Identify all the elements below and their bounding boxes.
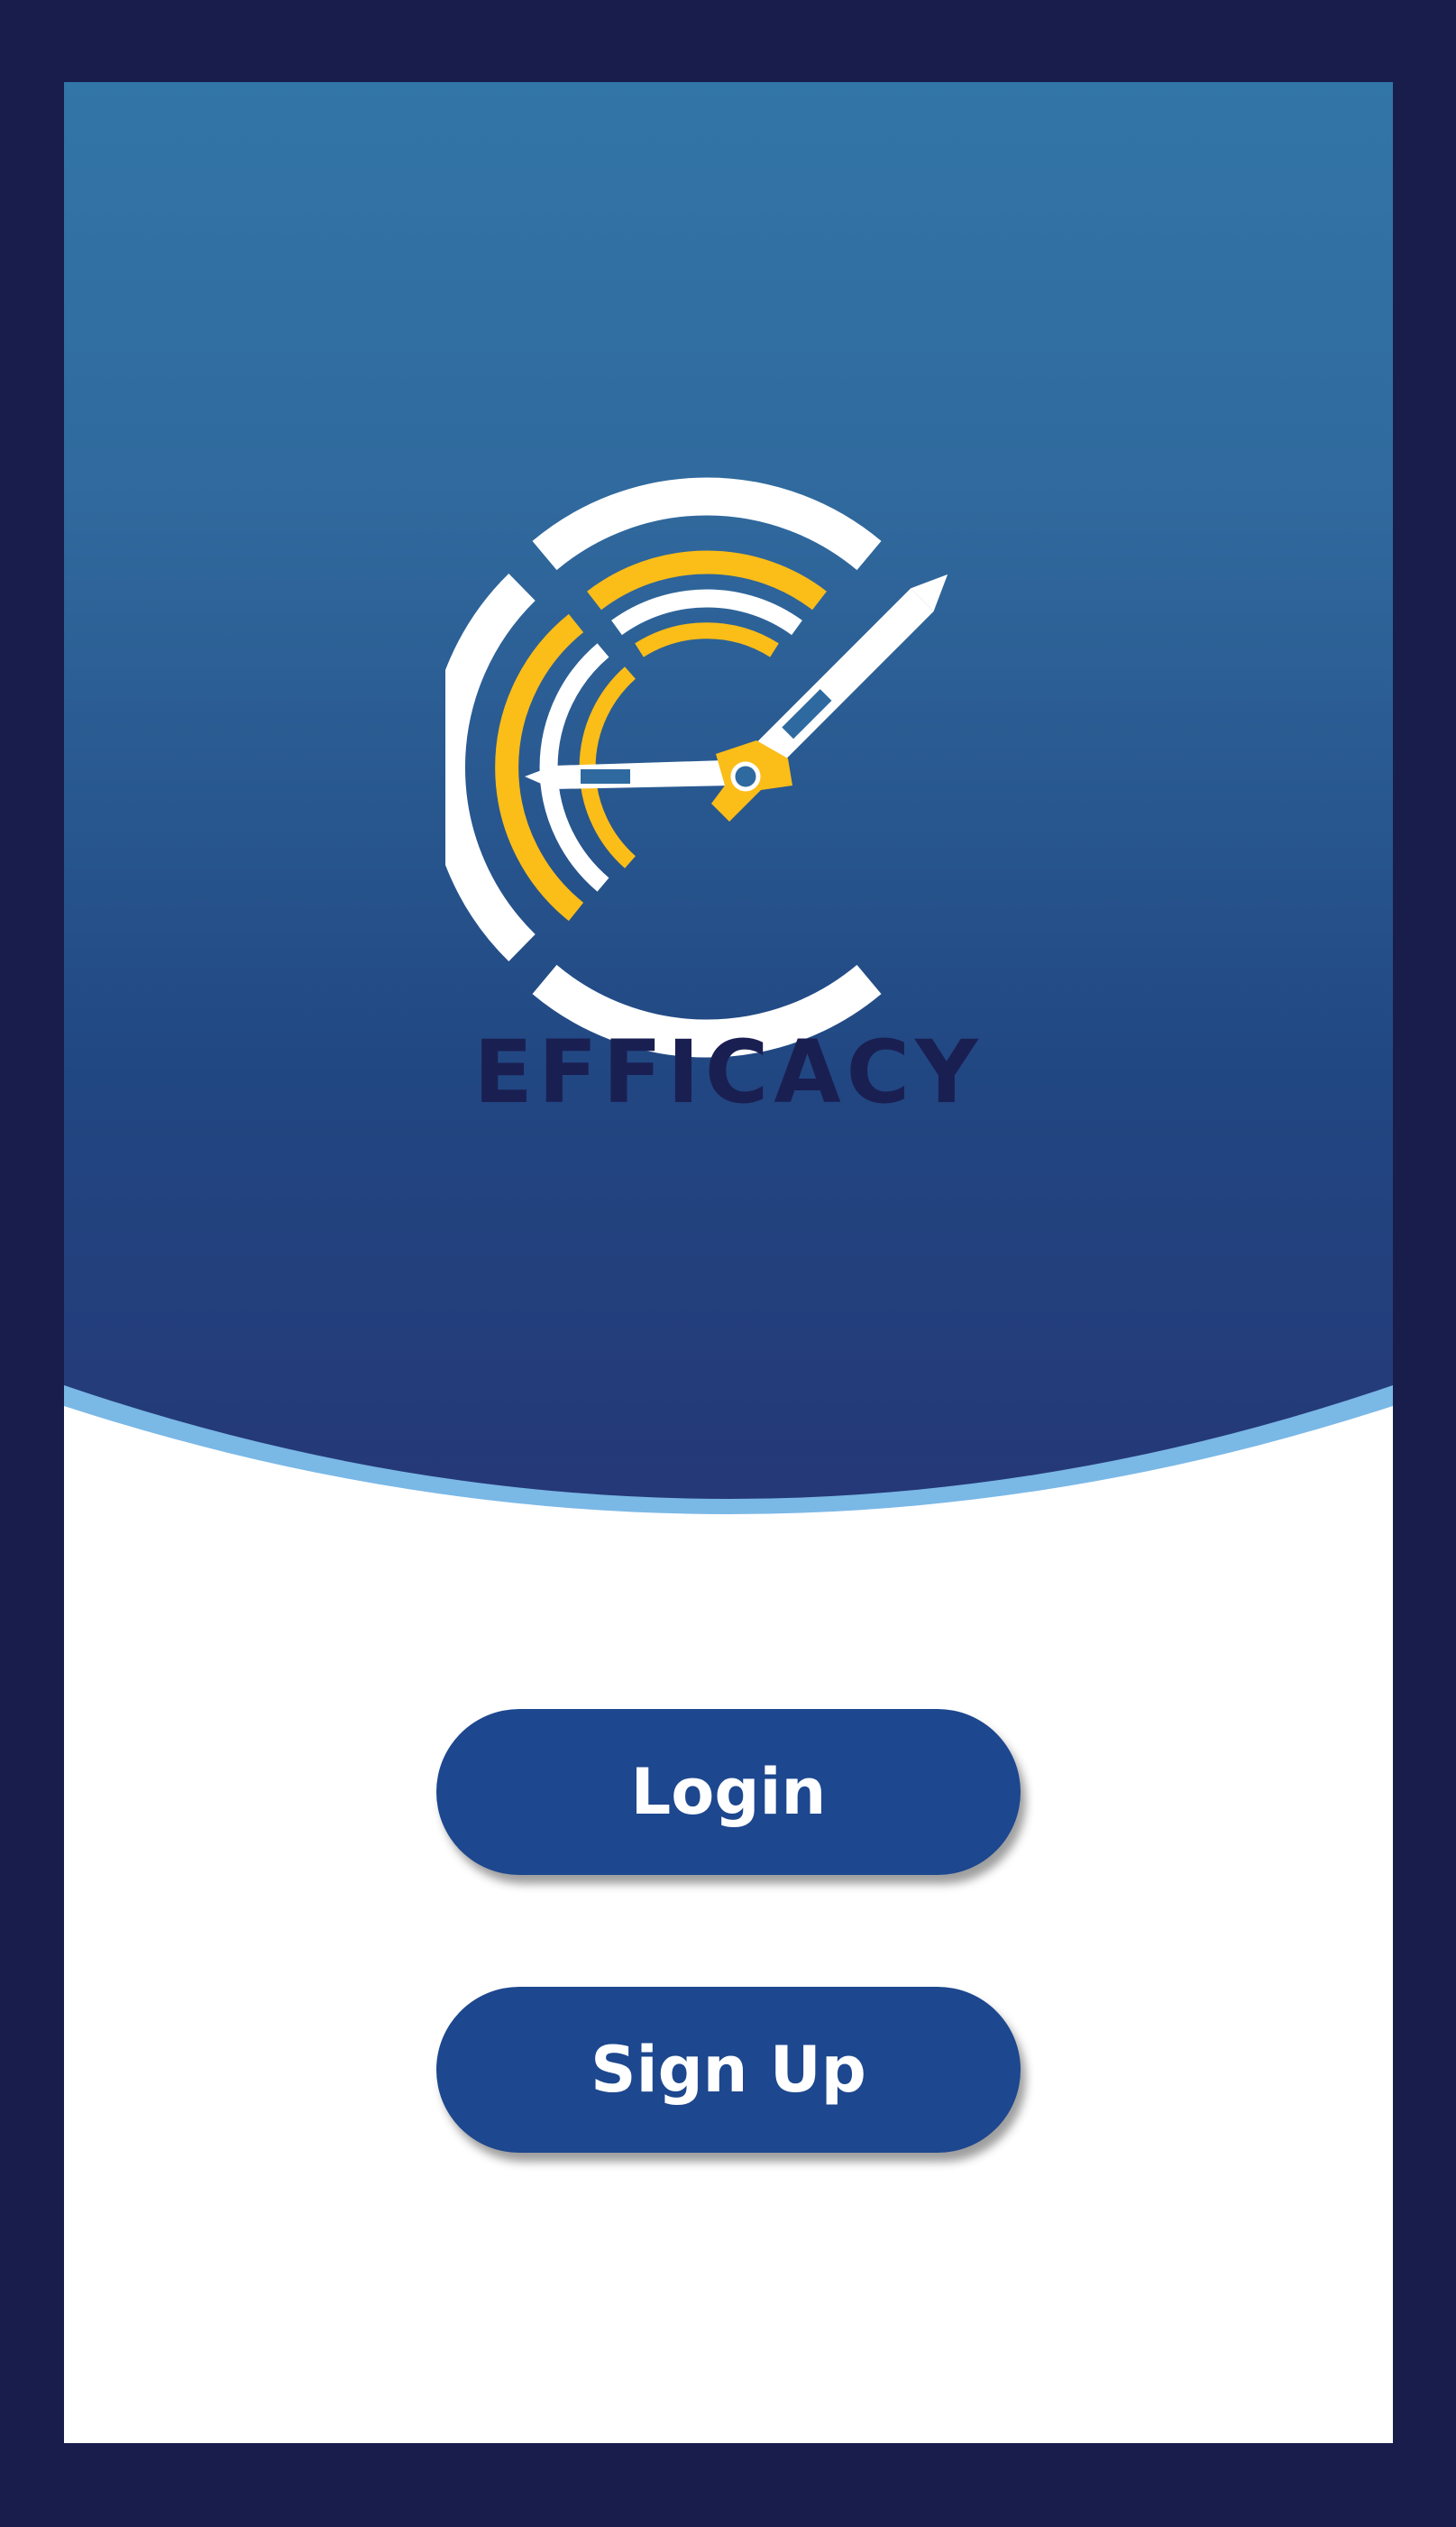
brand-name: EFFICACY (473, 1022, 984, 1123)
clock-c-pen-logo-icon (445, 477, 948, 1058)
sign-up-button[interactable]: Sign Up (436, 1987, 1021, 2153)
login-button-label: Login (630, 1755, 827, 1829)
login-button[interactable]: Login (436, 1709, 1021, 1875)
sign-up-button-label: Sign Up (591, 2033, 866, 2107)
device-frame: EFFICACY Login Sign Up (0, 0, 1456, 2527)
app-screen: EFFICACY Login Sign Up (64, 82, 1393, 2443)
